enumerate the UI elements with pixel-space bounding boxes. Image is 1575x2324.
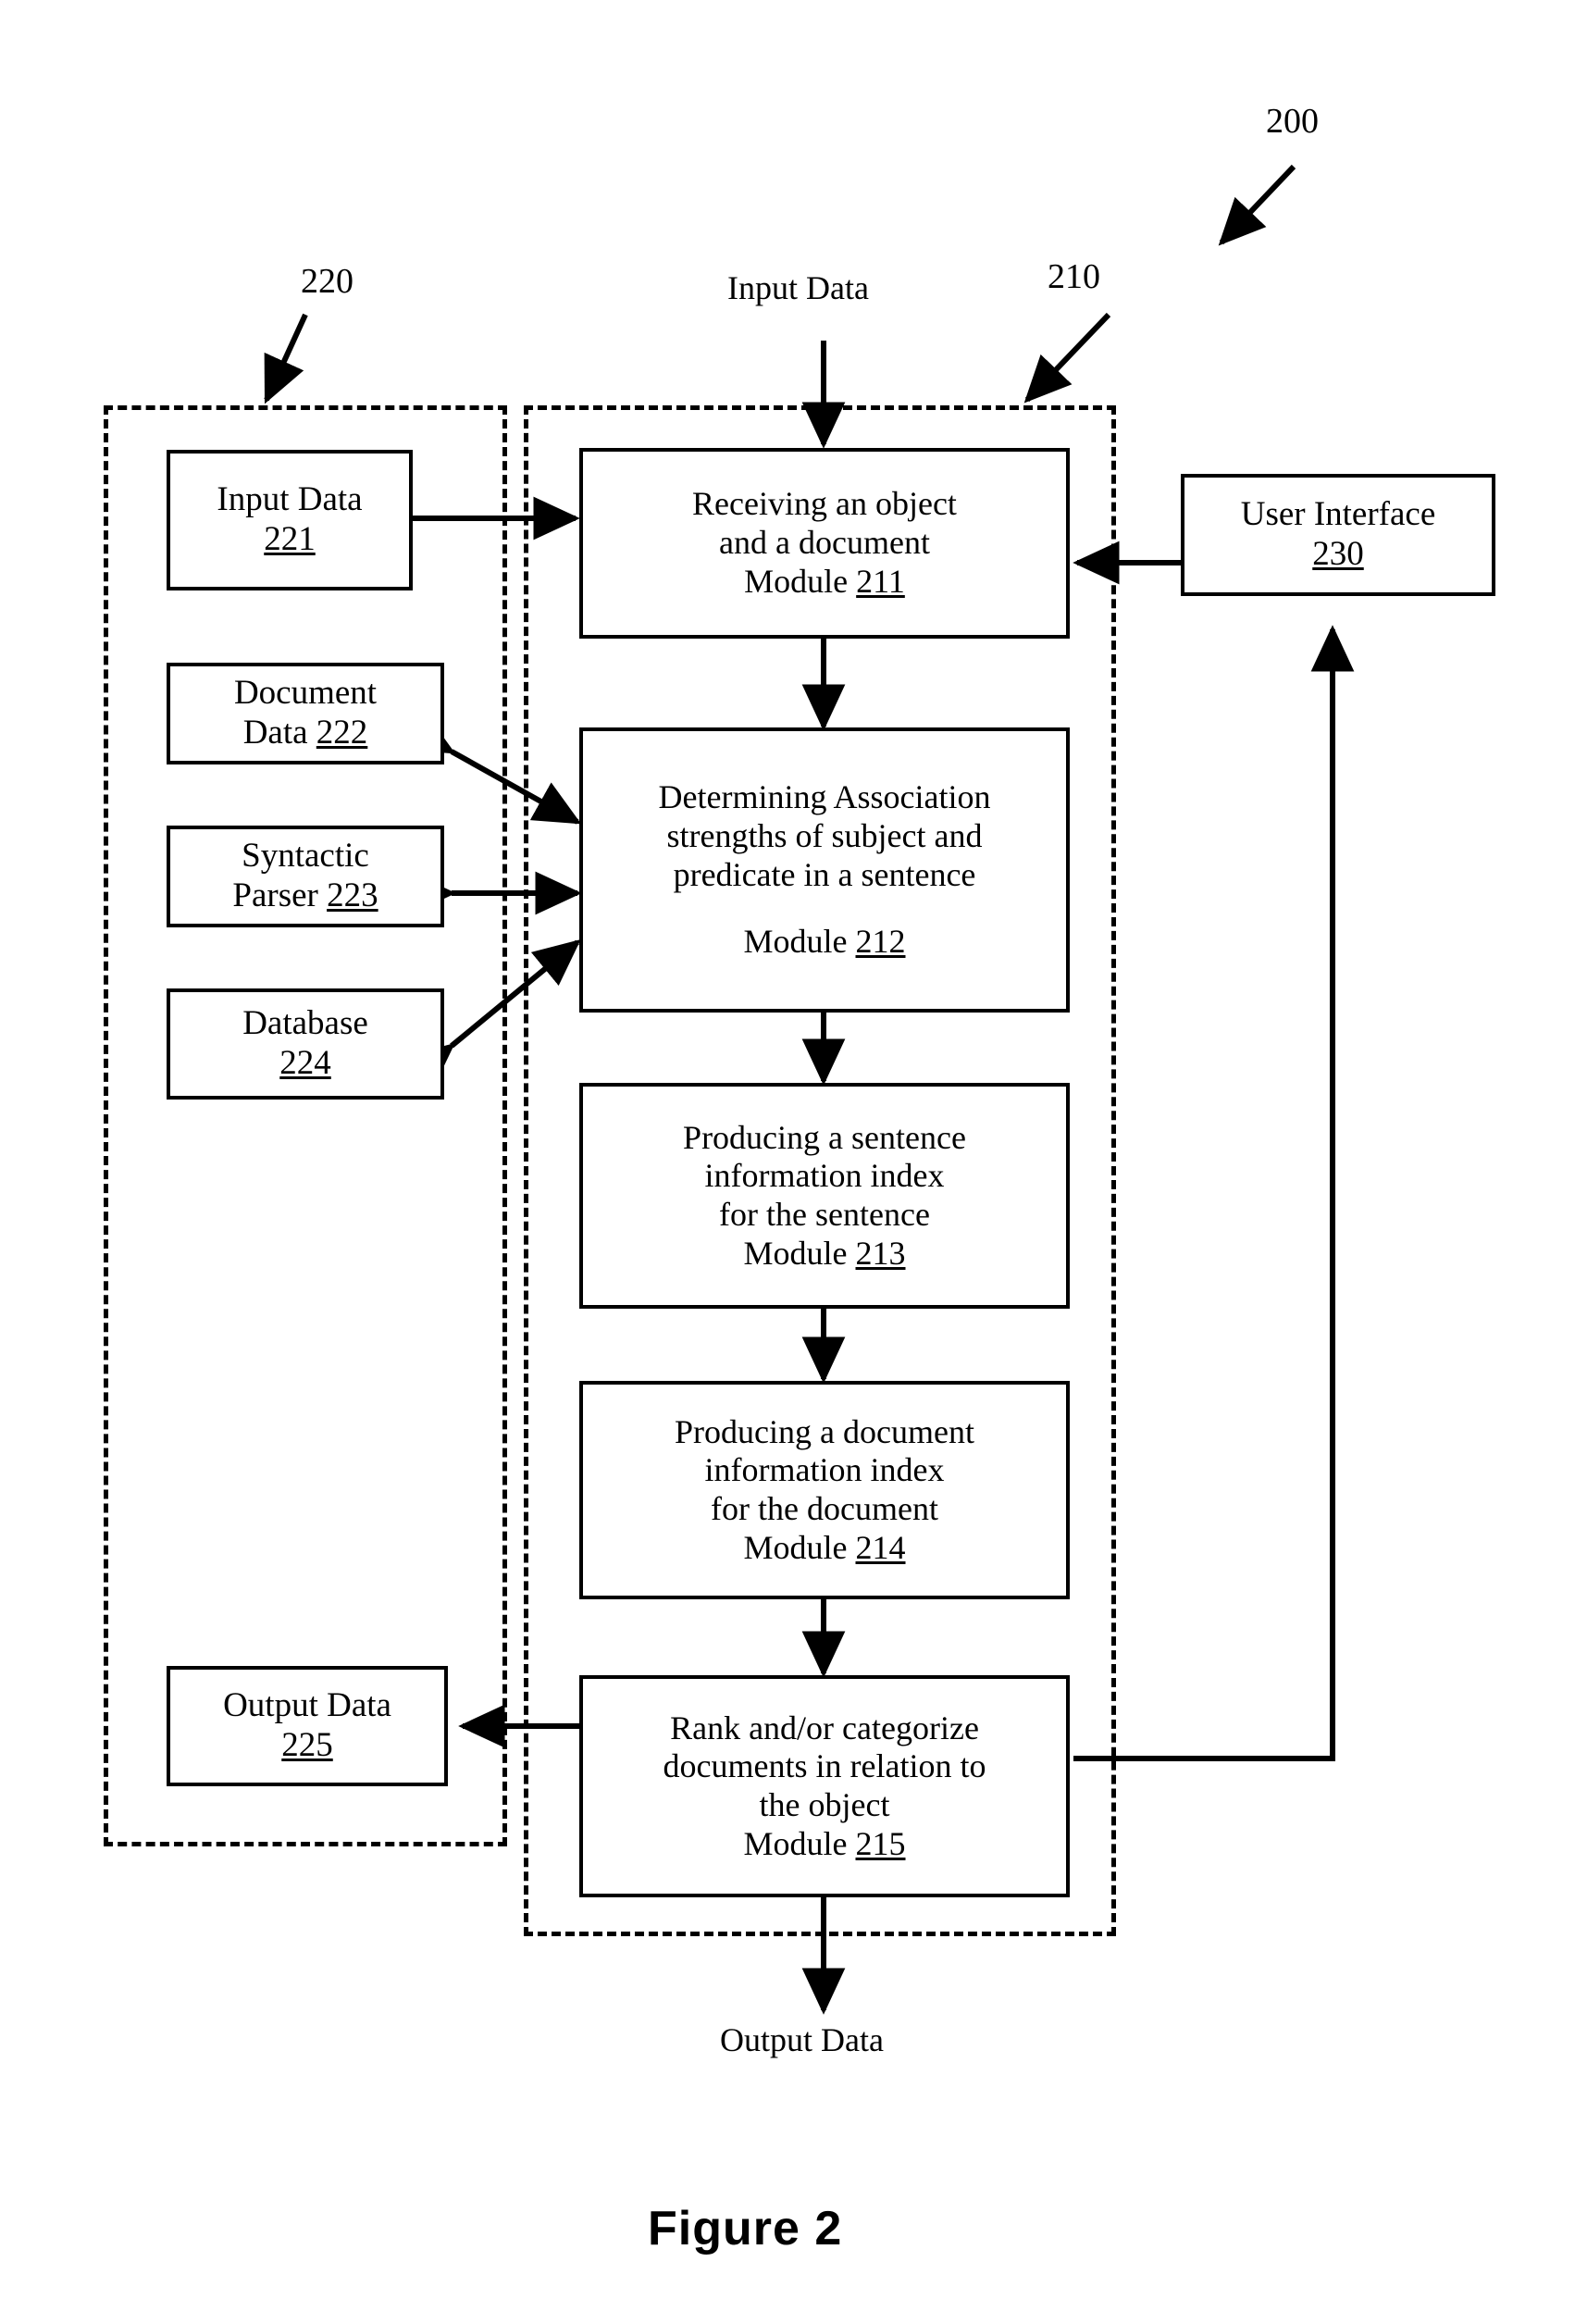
module-line: for the document: [711, 1490, 938, 1527]
module-box-211[interactable]: Receiving an object and a document Modul…: [579, 448, 1070, 639]
module-ref-line: Module 212: [743, 923, 906, 961]
module-ref: 213: [855, 1234, 906, 1272]
module-line: information index: [704, 1451, 945, 1489]
figure-canvas: 200 210 220 Input Data Output Data Input…: [0, 0, 1575, 2324]
box-ref: 224: [279, 1044, 331, 1082]
box-ref: 222: [316, 714, 368, 752]
box-output-data-225[interactable]: Output Data 225: [167, 1666, 448, 1786]
box-input-data-221[interactable]: Input Data 221: [167, 450, 413, 590]
box-user-interface-230[interactable]: User Interface 230: [1181, 474, 1495, 596]
module-line: and a document: [719, 524, 930, 562]
figure-caption: Figure 2: [648, 2202, 843, 2256]
data-store-boundary-220: [104, 405, 507, 1846]
module-line: Producing a document: [675, 1412, 974, 1450]
box-line-with-ref: Parser 223: [232, 876, 378, 914]
box-line: Syntactic: [242, 837, 369, 876]
box-ref: 223: [327, 876, 378, 914]
module-ref: 212: [855, 923, 906, 961]
module-line: for the sentence: [719, 1196, 930, 1233]
module-ref-line: Module 211: [744, 562, 905, 600]
module-ref: 214: [855, 1528, 906, 1566]
box-line: Document: [233, 674, 378, 713]
module-line: Receiving an object: [692, 485, 957, 523]
box-line: Output Data: [223, 1686, 391, 1725]
module-box-212[interactable]: Determining Association strengths of sub…: [579, 727, 1070, 1013]
module-line: Producing a sentence: [683, 1118, 966, 1156]
module-ref: 215: [855, 1824, 906, 1862]
module-line: information index: [704, 1157, 945, 1195]
module-box-215[interactable]: Rank and/or categorize documents in rela…: [579, 1675, 1070, 1897]
box-line-with-ref: Data 222: [242, 714, 368, 752]
box-syntactic-parser-223[interactable]: Syntactic Parser 223: [167, 826, 444, 927]
module-line: documents in relation to: [663, 1747, 986, 1785]
module-ref-line: Module 214: [743, 1528, 906, 1566]
module-line: strengths of subject and: [666, 816, 983, 854]
ref-label-220: 220: [301, 262, 353, 301]
box-ref: 230: [1312, 535, 1364, 573]
module-box-213[interactable]: Producing a sentence information index f…: [579, 1083, 1070, 1309]
box-ref: 225: [281, 1726, 333, 1764]
module-ref: 211: [856, 562, 905, 600]
module-line: predicate in a sentence: [673, 855, 976, 893]
box-line: Database: [242, 1004, 368, 1043]
ref-label-200: 200: [1266, 102, 1319, 141]
module-ref-line: Module 213: [743, 1234, 906, 1272]
box-ref: 221: [264, 520, 316, 558]
output-data-flow-label: Output Data: [720, 2021, 884, 2058]
module-line: the object: [759, 1786, 890, 1823]
box-document-data-222[interactable]: Document Data 222: [167, 663, 444, 764]
module-line: Determining Association: [658, 778, 991, 816]
module-ref-line: Module 215: [743, 1824, 906, 1862]
module-line: Rank and/or categorize: [670, 1709, 979, 1746]
box-line: Input Data: [217, 480, 363, 519]
input-data-flow-label: Input Data: [727, 269, 869, 306]
ref-label-210: 210: [1048, 257, 1100, 296]
module-box-214[interactable]: Producing a document information index f…: [579, 1381, 1070, 1599]
box-line: User Interface: [1240, 495, 1436, 534]
box-database-224[interactable]: Database 224: [167, 988, 444, 1100]
